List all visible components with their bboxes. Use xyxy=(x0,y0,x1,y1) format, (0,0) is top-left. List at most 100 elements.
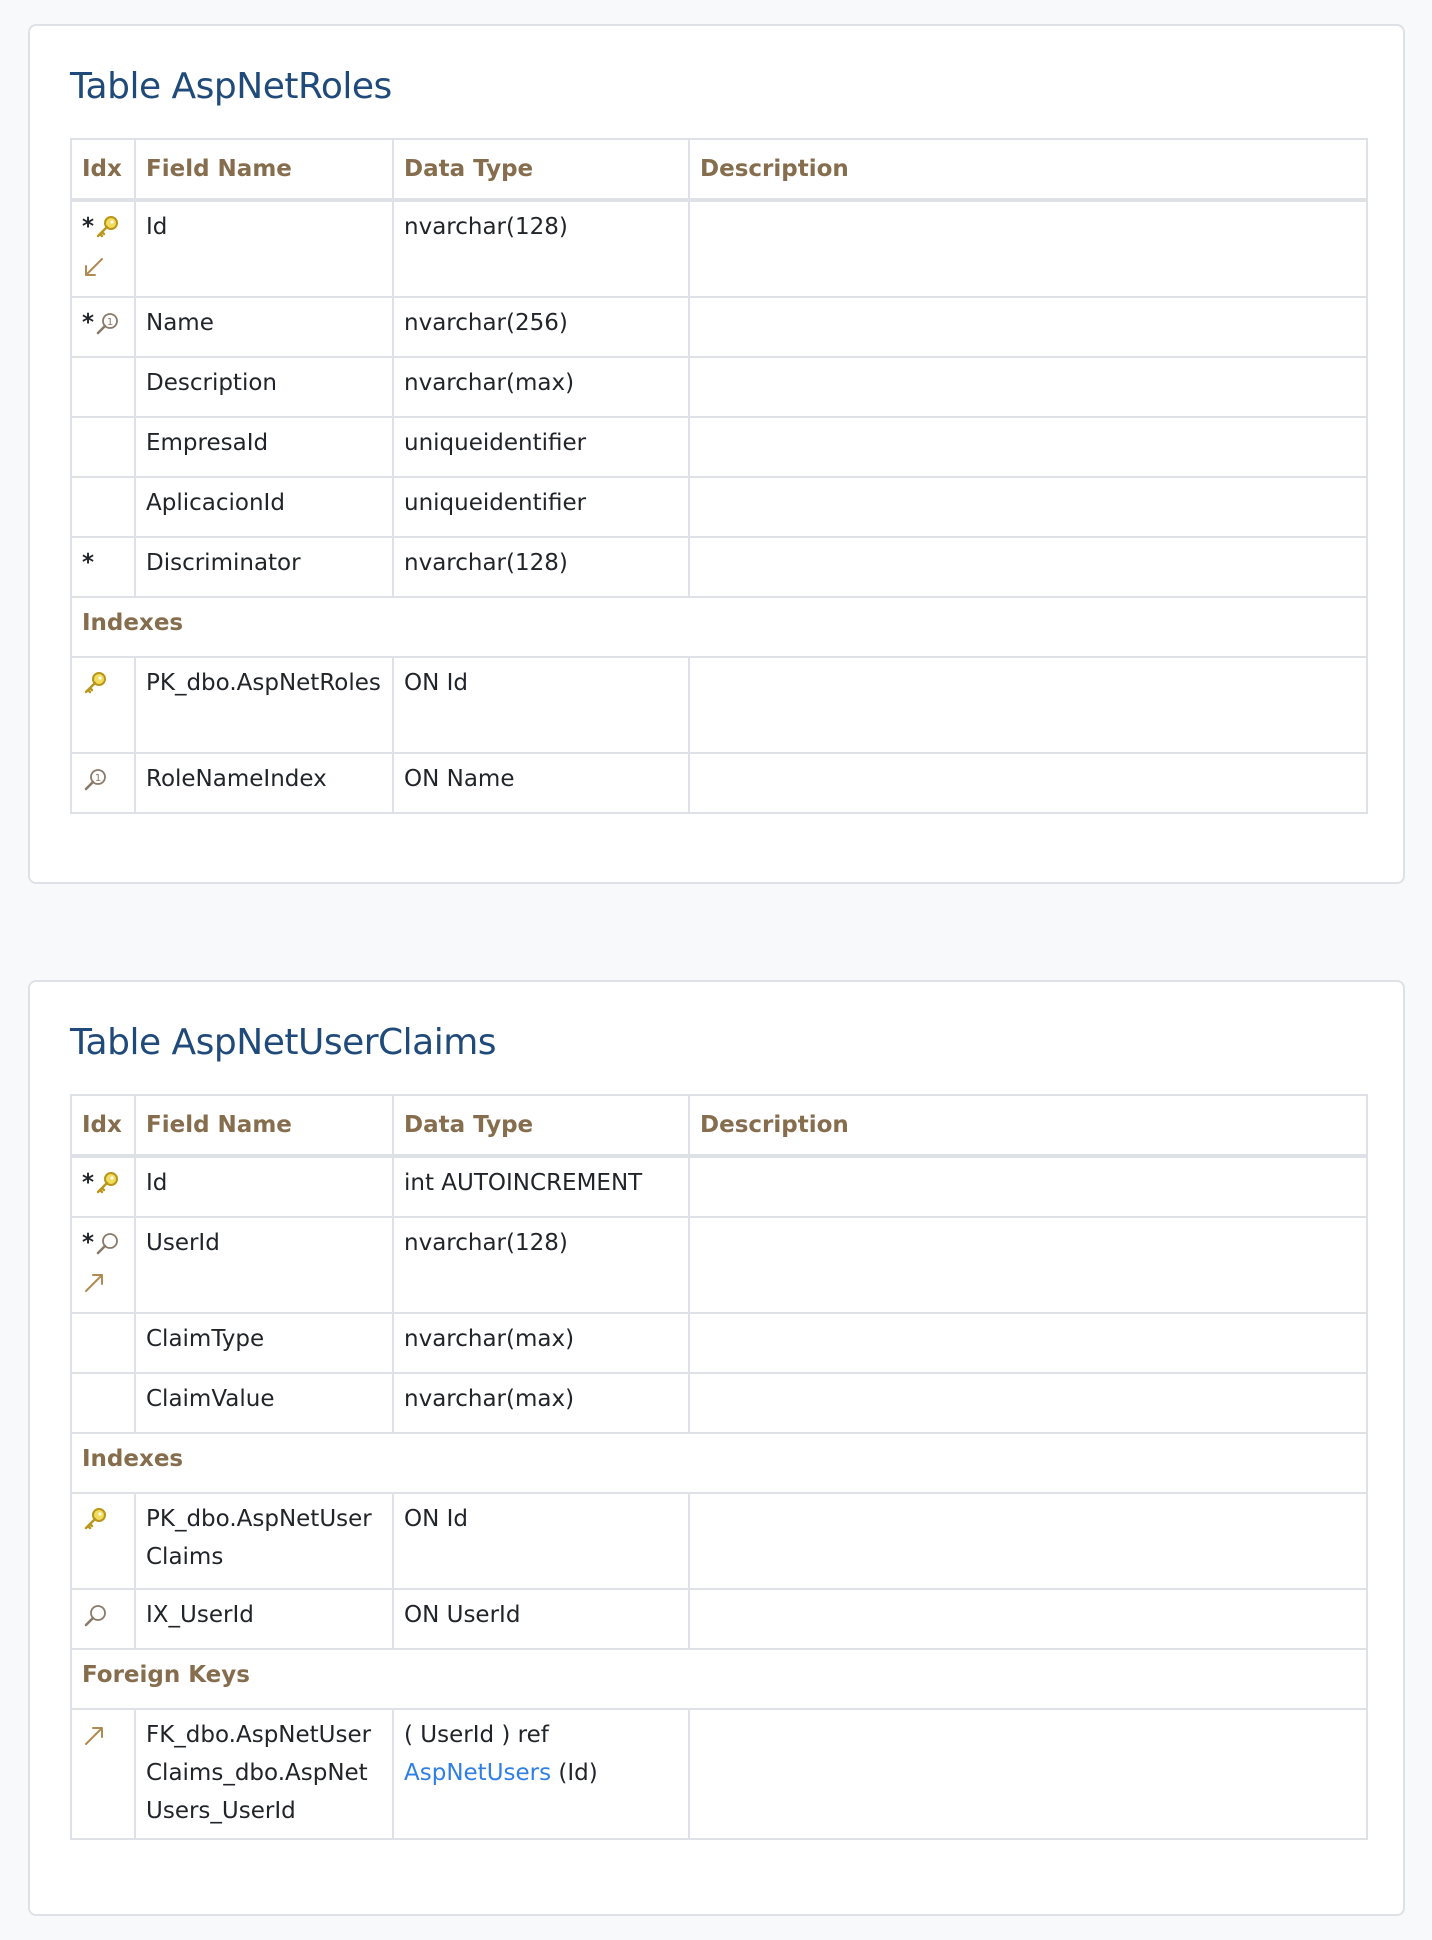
description xyxy=(688,416,1368,478)
description xyxy=(688,536,1368,598)
referenced-table-link[interactable]: AspNetUsers xyxy=(404,1760,551,1786)
table-row: * Id nvarchar(128) xyxy=(70,199,1368,298)
required-marker: * xyxy=(82,550,95,576)
table-row: ClaimType nvarchar(max) xyxy=(70,1312,1368,1374)
description xyxy=(688,356,1368,418)
idx-cell: * xyxy=(70,1155,136,1218)
header-description: Description xyxy=(688,1094,1368,1158)
index-name: IX_UserId xyxy=(134,1588,394,1650)
idx-cell xyxy=(70,1708,136,1840)
description xyxy=(688,199,1368,298)
header-data-type: Data Type xyxy=(392,138,690,202)
unique-index-icon: 1 xyxy=(94,305,120,343)
foreign-key-reference: ( UserId ) ref AspNetUsers (Id) xyxy=(392,1708,690,1840)
header-field-name: Field Name xyxy=(134,138,394,202)
data-type: nvarchar(128) xyxy=(392,1216,690,1314)
field-name: Name xyxy=(134,296,394,358)
field-name: ClaimType xyxy=(134,1312,394,1374)
field-name: Discriminator xyxy=(134,536,394,598)
columns-table: Idx Field Name Data Type Description * I… xyxy=(70,138,1368,814)
data-type: nvarchar(128) xyxy=(392,199,690,298)
table-card-aspnetroles: Table AspNetRoles Idx Field Name Data Ty… xyxy=(28,24,1405,884)
description xyxy=(688,476,1368,538)
field-name: ClaimValue xyxy=(134,1372,394,1434)
required-marker: * xyxy=(82,1230,95,1256)
header-field-name: Field Name xyxy=(134,1094,394,1158)
header-idx: Idx xyxy=(70,138,136,202)
indexes-section-row: Indexes xyxy=(70,1432,1368,1494)
foreign-keys-section-row: Foreign Keys xyxy=(70,1648,1368,1710)
data-type: nvarchar(256) xyxy=(392,296,690,358)
description xyxy=(688,752,1368,814)
field-name: Id xyxy=(134,1155,394,1218)
table-row: EmpresaId uniqueidentifier xyxy=(70,416,1368,478)
fk-in-arrow-icon xyxy=(82,247,106,285)
idx-cell: * 1 xyxy=(70,296,136,358)
description xyxy=(688,1492,1368,1590)
idx-cell: * xyxy=(70,199,136,298)
idx-cell: * xyxy=(70,1216,136,1314)
description xyxy=(688,1372,1368,1434)
index-row: PK_dbo.AspNetUserClaims ON Id xyxy=(70,1492,1368,1590)
required-marker: * xyxy=(82,214,95,240)
description xyxy=(688,1708,1368,1840)
idx-cell xyxy=(70,1372,136,1434)
idx-cell xyxy=(70,1492,136,1590)
description xyxy=(688,656,1368,754)
field-name: Description xyxy=(134,356,394,418)
foreign-key-name: FK_dbo.AspNetUserClaims_dbo.AspNetUsers_… xyxy=(134,1708,394,1840)
pk-key-icon xyxy=(82,665,108,703)
indexes-section-row: Indexes xyxy=(70,596,1368,658)
unique-index-icon: 1 xyxy=(82,761,108,799)
idx-cell xyxy=(70,656,136,754)
idx-cell: * xyxy=(70,536,136,598)
index-row: IX_UserId ON UserId xyxy=(70,1588,1368,1650)
table-row: * Discriminator nvarchar(128) xyxy=(70,536,1368,598)
index-on: ON Id xyxy=(392,656,690,754)
header-description: Description xyxy=(688,138,1368,202)
table-row: ClaimValue nvarchar(max) xyxy=(70,1372,1368,1434)
field-name: UserId xyxy=(134,1216,394,1314)
svg-text:1: 1 xyxy=(95,773,101,784)
fk-out-arrow-icon xyxy=(82,1717,106,1755)
index-icon xyxy=(82,1597,108,1635)
columns-table: Idx Field Name Data Type Description * I… xyxy=(70,1094,1368,1840)
idx-cell xyxy=(70,356,136,418)
index-name: PK_dbo.AspNetRoles xyxy=(134,656,394,754)
index-name: RoleNameIndex xyxy=(134,752,394,814)
table-row: AplicacionId uniqueidentifier xyxy=(70,476,1368,538)
index-icon xyxy=(94,1225,120,1263)
table-title: Table AspNetUserClaims xyxy=(70,1022,497,1063)
table-row: * UserId nvarchar(128) xyxy=(70,1216,1368,1314)
table-title: Table AspNetRoles xyxy=(70,66,392,107)
idx-cell xyxy=(70,1312,136,1374)
indexes-label: Indexes xyxy=(70,1432,1368,1494)
idx-cell: 1 xyxy=(70,752,136,814)
data-type: nvarchar(max) xyxy=(392,1312,690,1374)
pk-key-icon xyxy=(82,1501,108,1539)
field-name: Id xyxy=(134,199,394,298)
index-name: PK_dbo.AspNetUserClaims xyxy=(134,1492,394,1590)
foreign-keys-label: Foreign Keys xyxy=(70,1648,1368,1710)
data-type: int AUTOINCREMENT xyxy=(392,1155,690,1218)
index-row: 1 RoleNameIndex ON Name xyxy=(70,752,1368,814)
foreign-key-row: FK_dbo.AspNetUserClaims_dbo.AspNetUsers_… xyxy=(70,1708,1368,1840)
data-type: nvarchar(max) xyxy=(392,356,690,418)
field-name: AplicacionId xyxy=(134,476,394,538)
required-marker: * xyxy=(82,1170,95,1196)
data-type: nvarchar(128) xyxy=(392,536,690,598)
data-type: nvarchar(max) xyxy=(392,1372,690,1434)
index-on: ON UserId xyxy=(392,1588,690,1650)
index-on: ON Id xyxy=(392,1492,690,1590)
header-data-type: Data Type xyxy=(392,1094,690,1158)
description xyxy=(688,296,1368,358)
field-name: EmpresaId xyxy=(134,416,394,478)
idx-cell xyxy=(70,416,136,478)
idx-cell xyxy=(70,476,136,538)
description xyxy=(688,1216,1368,1314)
pk-key-icon xyxy=(94,209,120,247)
required-marker: * xyxy=(82,310,95,336)
table-row: * Id int AUTOINCREMENT xyxy=(70,1155,1368,1218)
table-card-aspnetuserclaims: Table AspNetUserClaims Idx Field Name Da… xyxy=(28,980,1405,1916)
table-row: * 1 Name nvarchar(256) xyxy=(70,296,1368,358)
